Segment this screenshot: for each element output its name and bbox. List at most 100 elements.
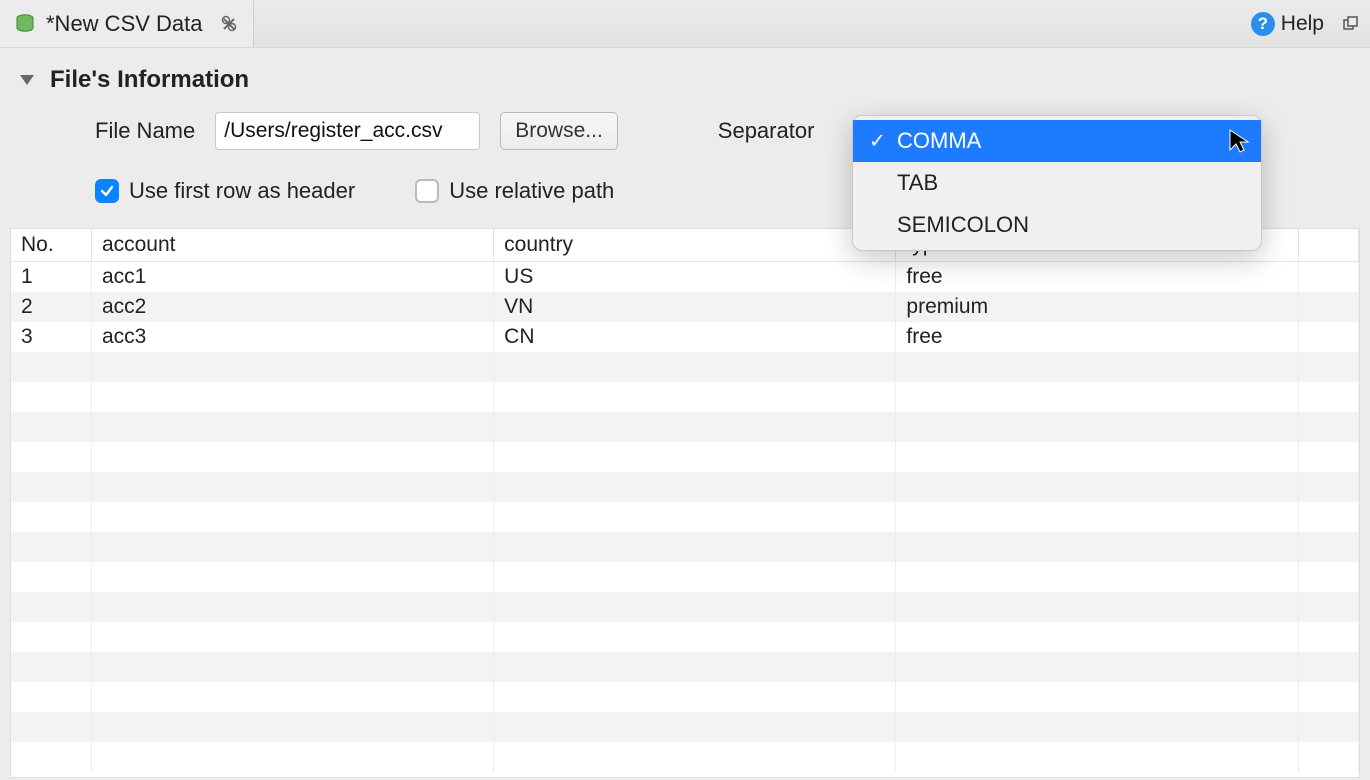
table-cell-empty: [1298, 622, 1358, 652]
file-name-label: File Name: [95, 118, 195, 144]
table-cell-empty: [896, 472, 1298, 502]
table-row-empty: [11, 652, 1359, 682]
table-cell-empty: [494, 472, 896, 502]
help-label: Help: [1281, 12, 1324, 36]
editor-tab[interactable]: *New CSV Data: [0, 0, 254, 47]
table-row-empty: [11, 622, 1359, 652]
table-cell-empty: [896, 652, 1298, 682]
table-cell[interactable]: acc1: [91, 262, 493, 293]
table-cell-empty: [494, 502, 896, 532]
table-cell-empty: [11, 382, 91, 412]
table-cell[interactable]: acc2: [91, 292, 493, 322]
separator-option-comma[interactable]: COMMA: [853, 120, 1261, 162]
table-cell-empty: [896, 412, 1298, 442]
use-relative-path-checkbox[interactable]: Use relative path: [415, 178, 614, 204]
table-cell-empty: [11, 622, 91, 652]
close-icon[interactable]: [219, 14, 239, 34]
help-button[interactable]: ? Help: [1251, 12, 1324, 36]
table-cell-empty: [896, 382, 1298, 412]
table-cell[interactable]: CN: [494, 322, 896, 352]
table-row[interactable]: 2acc2VNpremium: [11, 292, 1359, 322]
table-row[interactable]: 3acc3CNfree: [11, 322, 1359, 352]
table-cell[interactable]: US: [494, 262, 896, 293]
table-cell[interactable]: 3: [11, 322, 91, 352]
table-cell-empty: [11, 532, 91, 562]
table-cell-spare: [1298, 322, 1358, 352]
table-cell-empty: [1298, 682, 1358, 712]
table-cell-empty: [11, 562, 91, 592]
chevron-down-icon[interactable]: [20, 75, 34, 85]
browse-button[interactable]: Browse...: [500, 112, 618, 150]
table-row-empty: [11, 352, 1359, 382]
table-cell-empty: [91, 592, 493, 622]
table-cell[interactable]: acc3: [91, 322, 493, 352]
table-cell-empty: [896, 742, 1298, 772]
relative-path-label: Use relative path: [449, 178, 614, 204]
table-cell-empty: [91, 442, 493, 472]
table-cell-empty: [1298, 742, 1358, 772]
table-row-empty: [11, 562, 1359, 592]
table-row-empty: [11, 472, 1359, 502]
table-cell-empty: [91, 742, 493, 772]
tab-title: *New CSV Data: [46, 11, 203, 37]
maximize-icon[interactable]: [1342, 15, 1360, 33]
table-cell-empty: [91, 532, 493, 562]
table-cell-empty: [494, 412, 896, 442]
separator-option-tab[interactable]: TAB: [853, 162, 1261, 204]
column-header-no[interactable]: No.: [11, 229, 91, 262]
table-cell-empty: [1298, 352, 1358, 382]
use-first-row-header-checkbox[interactable]: Use first row as header: [95, 178, 355, 204]
table-cell[interactable]: VN: [494, 292, 896, 322]
checkbox-unchecked-icon: [415, 179, 439, 203]
column-header-country[interactable]: country: [494, 229, 896, 262]
table-cell-spare: [1298, 292, 1358, 322]
table-cell-empty: [11, 412, 91, 442]
tab-bar: *New CSV Data ? Help: [0, 0, 1370, 48]
table-cell-empty: [494, 352, 896, 382]
separator-option-semicolon[interactable]: SEMICOLON: [853, 204, 1261, 246]
table-cell-empty: [896, 712, 1298, 742]
table-cell-empty: [91, 352, 493, 382]
table-row-empty: [11, 382, 1359, 412]
table-cell-empty: [896, 352, 1298, 382]
table-cell[interactable]: 2: [11, 292, 91, 322]
table-cell-empty: [1298, 442, 1358, 472]
table-cell-empty: [1298, 652, 1358, 682]
table-cell-empty: [91, 502, 493, 532]
data-table-container: No. account country type 1acc1USfree2acc…: [10, 228, 1360, 778]
table-cell[interactable]: 1: [11, 262, 91, 293]
file-name-input[interactable]: [215, 112, 480, 150]
table-cell-empty: [896, 682, 1298, 712]
section-header: File's Information: [0, 48, 1370, 102]
table-cell[interactable]: free: [896, 322, 1298, 352]
column-header-account[interactable]: account: [91, 229, 493, 262]
table-cell-empty: [1298, 382, 1358, 412]
table-cell-empty: [494, 712, 896, 742]
table-cell-spare: [1298, 262, 1358, 293]
table-cell-empty: [494, 742, 896, 772]
table-row-empty: [11, 682, 1359, 712]
table-cell-empty: [91, 472, 493, 502]
table-cell-empty: [1298, 472, 1358, 502]
table-cell-empty: [494, 592, 896, 622]
table-row[interactable]: 1acc1USfree: [11, 262, 1359, 293]
table-cell-empty: [11, 502, 91, 532]
table-cell-empty: [494, 652, 896, 682]
table-cell-empty: [11, 592, 91, 622]
table-cell[interactable]: premium: [896, 292, 1298, 322]
table-cell-empty: [91, 682, 493, 712]
table-cell-empty: [91, 652, 493, 682]
table-row-empty: [11, 502, 1359, 532]
table-cell-empty: [896, 442, 1298, 472]
table-cell-empty: [11, 652, 91, 682]
table-cell-empty: [1298, 502, 1358, 532]
table-row-empty: [11, 742, 1359, 772]
table-row-empty: [11, 532, 1359, 562]
table-cell-empty: [896, 502, 1298, 532]
table-cell-empty: [11, 352, 91, 382]
table-cell[interactable]: free: [896, 262, 1298, 293]
column-header-spare: [1298, 229, 1358, 262]
table-cell-empty: [91, 622, 493, 652]
table-cell-empty: [1298, 532, 1358, 562]
table-row-empty: [11, 412, 1359, 442]
